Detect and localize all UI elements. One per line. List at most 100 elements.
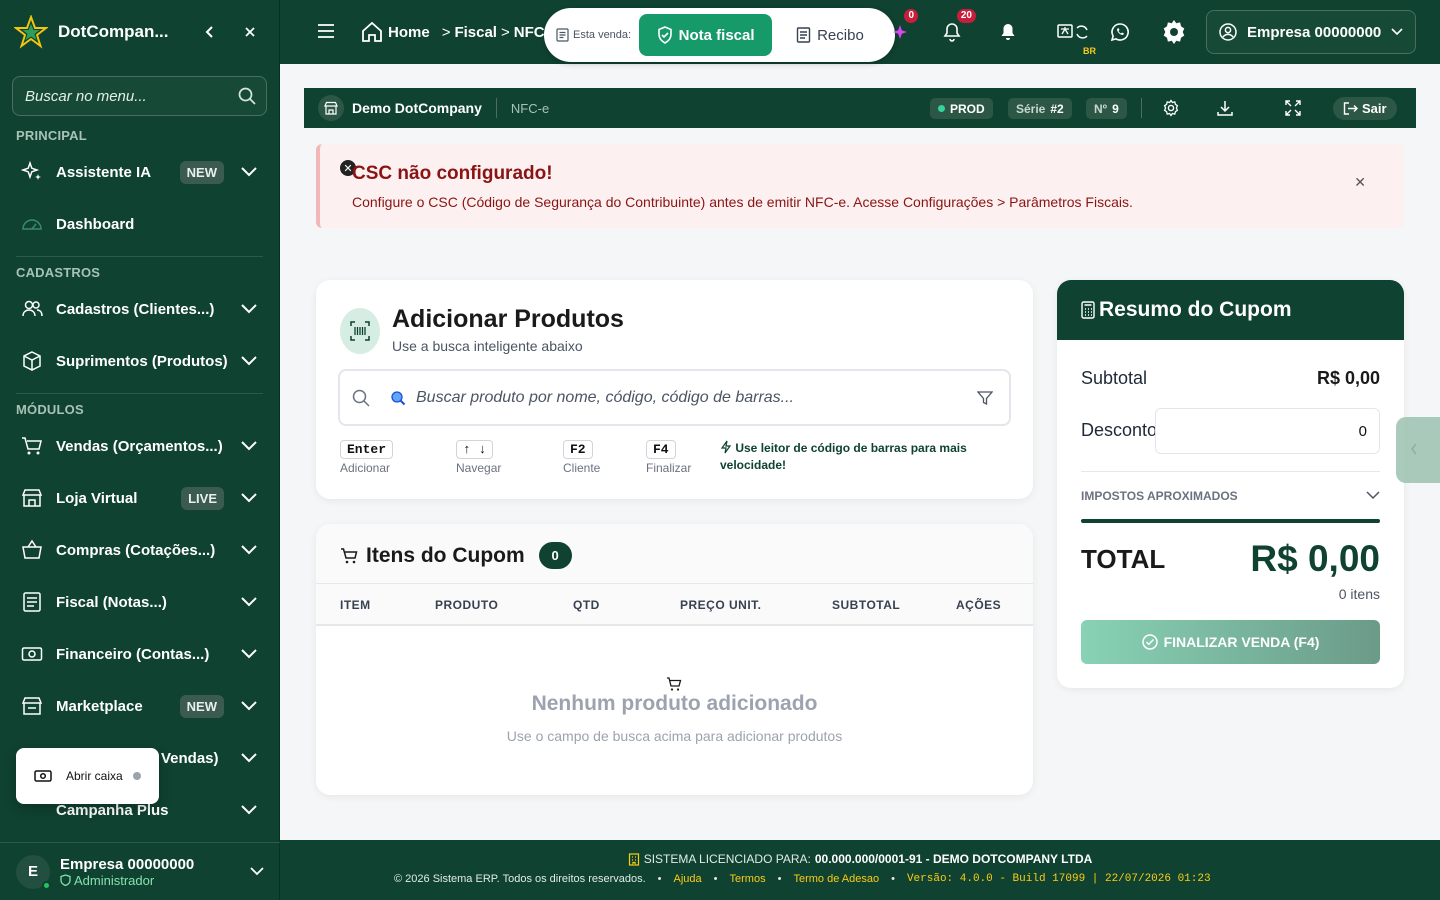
- download-icon[interactable]: [1216, 99, 1234, 117]
- product-search: [338, 369, 1011, 426]
- sidebar-item-label: Assistente IA: [56, 163, 152, 181]
- taxes-toggle[interactable]: IMPOSTOS APROXIMADOS: [1081, 489, 1238, 503]
- environment-badge: PROD: [930, 98, 993, 119]
- adhesion-terms-link[interactable]: Termo de Adesao: [793, 873, 879, 885]
- breadcrumb-home[interactable]: Home: [388, 24, 430, 41]
- side-panel-toggle[interactable]: [1396, 417, 1440, 483]
- sidebar-search: [12, 76, 267, 116]
- cart-count-badge: 0: [904, 9, 918, 23]
- help-link[interactable]: Ajuda: [674, 873, 702, 885]
- chevron-down-icon: [238, 753, 260, 763]
- subtotal-value: R$ 0,00: [1316, 368, 1380, 388]
- divider: [16, 393, 263, 394]
- sidebar-item-dashboard[interactable]: Dashboard: [12, 200, 268, 248]
- recibo-button[interactable]: Recibo: [782, 14, 878, 56]
- breadcrumb-fiscal[interactable]: Fiscal: [454, 24, 497, 41]
- sidebar-item-assistente-ia[interactable]: Assistente IA NEW: [12, 148, 268, 196]
- column-header: PREÇO UNIT.: [680, 598, 762, 612]
- sidebar-item-compras[interactable]: Compras (Cotações...): [12, 526, 268, 574]
- chevron-down-icon: [238, 701, 260, 711]
- sidebar-item-cadastros[interactable]: Cadastros (Clientes...): [12, 285, 268, 333]
- terms-link[interactable]: Termos: [730, 873, 766, 885]
- close-sidebar-icon[interactable]: [235, 17, 265, 47]
- notifications-bell-icon[interactable]: 20: [940, 9, 976, 44]
- column-header: QTD: [573, 598, 600, 612]
- sidebar-item-label: Loja Virtual: [56, 489, 138, 507]
- finish-sale-button[interactable]: FINALIZAR VENDA (F4): [1081, 620, 1380, 664]
- barcode-tip: Use leitor de código de barras para mais…: [720, 440, 967, 472]
- alert-message: Configure o CSC (Código de Segurança do …: [352, 194, 1133, 210]
- status-dot: [132, 772, 141, 780]
- fullscreen-icon[interactable]: [1284, 99, 1302, 117]
- document-type: NFC-e: [510, 100, 550, 116]
- shield-check-icon: [657, 26, 673, 44]
- logo-star-icon: [14, 15, 48, 49]
- magnifier-emoji-icon: [390, 390, 406, 406]
- lightning-icon: [720, 440, 732, 454]
- user-role: Administrador: [74, 872, 155, 888]
- page-footer: SISTEMA LICENCIADO PARA: 00.000.000/0001…: [280, 840, 1440, 900]
- brand-name: DotCompan...: [58, 22, 169, 41]
- chevron-down-icon: [250, 867, 264, 876]
- notification-count-badge: 20: [956, 9, 976, 23]
- close-icon[interactable]: ✕: [1354, 174, 1366, 191]
- store-icon: [318, 95, 344, 121]
- breadcrumb: Home > Fiscal > NFC-e: [360, 20, 558, 44]
- license-value: 00.000.000/0001-91 - DEMO DOTCOMPANY LTD…: [814, 852, 1093, 866]
- total-label: TOTAL: [1081, 544, 1166, 574]
- store-icon: [20, 486, 44, 510]
- ai-sparkle-icon[interactable]: 0: [888, 9, 918, 44]
- sidebar-item-label: Vendas (Orçamentos...): [56, 437, 223, 455]
- settings-gear-icon[interactable]: [1160, 18, 1188, 46]
- company-selector[interactable]: Empresa 00000000: [1206, 10, 1416, 54]
- hamburger-menu-icon[interactable]: [316, 20, 336, 42]
- sidebar-item-fiscal[interactable]: Fiscal (Notas...): [12, 578, 268, 626]
- empty-state-title: Nenhum produto adicionado: [531, 692, 818, 715]
- chevron-down-icon: [238, 493, 260, 503]
- pos-header-bar: Demo DotCompany NFC-e PROD Série #2 Nº 9 S…: [304, 88, 1416, 128]
- alerts-bell-icon[interactable]: [996, 20, 1020, 44]
- open-cashier-label: Abrir caixa: [66, 769, 123, 783]
- sidebar-item-label: Dashboard: [56, 215, 135, 233]
- discount-input[interactable]: [1155, 408, 1380, 454]
- coupon-items-card: Itens do Cupom 0 ITEM PRODUTO QTD PREÇO …: [316, 524, 1033, 795]
- store-title: Demo DotCompany: [352, 100, 482, 116]
- collapse-sidebar-icon[interactable]: [195, 17, 225, 47]
- sidebar-item-suprimentos[interactable]: Suprimentos (Produtos): [12, 337, 268, 385]
- sidebar-item-marketplace[interactable]: Marketplace NEW: [12, 682, 268, 730]
- cart-icon: [20, 434, 44, 458]
- home-icon[interactable]: [360, 20, 384, 44]
- chevron-down-icon[interactable]: [1366, 491, 1380, 500]
- sidebar-search-input[interactable]: [25, 87, 238, 105]
- discount-label: Desconto: [1081, 420, 1158, 440]
- settings-icon[interactable]: [1162, 99, 1180, 117]
- open-cashier-popup[interactable]: Abrir caixa: [16, 748, 159, 804]
- table-header: ITEM PRODUTO QTD PREÇO UNIT. SUBTOTAL AÇ…: [316, 584, 1033, 626]
- sidebar-item-financeiro[interactable]: Financeiro (Contas...): [12, 630, 268, 678]
- summary-title: Resumo do Cupom: [1099, 298, 1292, 321]
- recibo-label: Recibo: [817, 26, 864, 44]
- items-count-badge: 0: [538, 542, 572, 569]
- chevron-down-icon: [1391, 28, 1403, 36]
- sidebar-item-label: Financeiro (Contas...): [56, 645, 210, 663]
- translate-sync-icon[interactable]: BR: [1056, 20, 1096, 56]
- whatsapp-icon[interactable]: [1108, 20, 1132, 44]
- filter-icon[interactable]: [977, 390, 993, 406]
- add-products-subtitle: Use a busca inteligente abaixo: [392, 338, 583, 354]
- shield-icon: [60, 874, 71, 886]
- logout-button[interactable]: Sair: [1333, 97, 1397, 120]
- nota-fiscal-button[interactable]: Nota fiscal: [639, 14, 773, 56]
- check-circle-icon: [1141, 634, 1158, 650]
- shortcut-f4: F4 Finalizar: [646, 440, 692, 475]
- user-profile[interactable]: E Empresa 00000000 Administrador: [0, 842, 280, 900]
- search-icon[interactable]: [238, 87, 256, 105]
- sidebar-item-loja-virtual[interactable]: Loja Virtual LIVE: [12, 474, 268, 522]
- money-icon: [20, 642, 44, 666]
- sidebar-item-vendas[interactable]: Vendas (Orçamentos...): [12, 422, 268, 470]
- copyright: © 2026 Sistema ERP. Todos os direitos re…: [394, 873, 646, 885]
- items-count: 0 itens: [1338, 586, 1380, 602]
- shortcut-f2: F2 Cliente: [563, 440, 601, 475]
- topbar: Home > Fiscal > NFC-e Esta venda: Nota f…: [280, 0, 1440, 64]
- language-tag: BR: [1083, 46, 1096, 56]
- product-search-input[interactable]: [416, 388, 977, 407]
